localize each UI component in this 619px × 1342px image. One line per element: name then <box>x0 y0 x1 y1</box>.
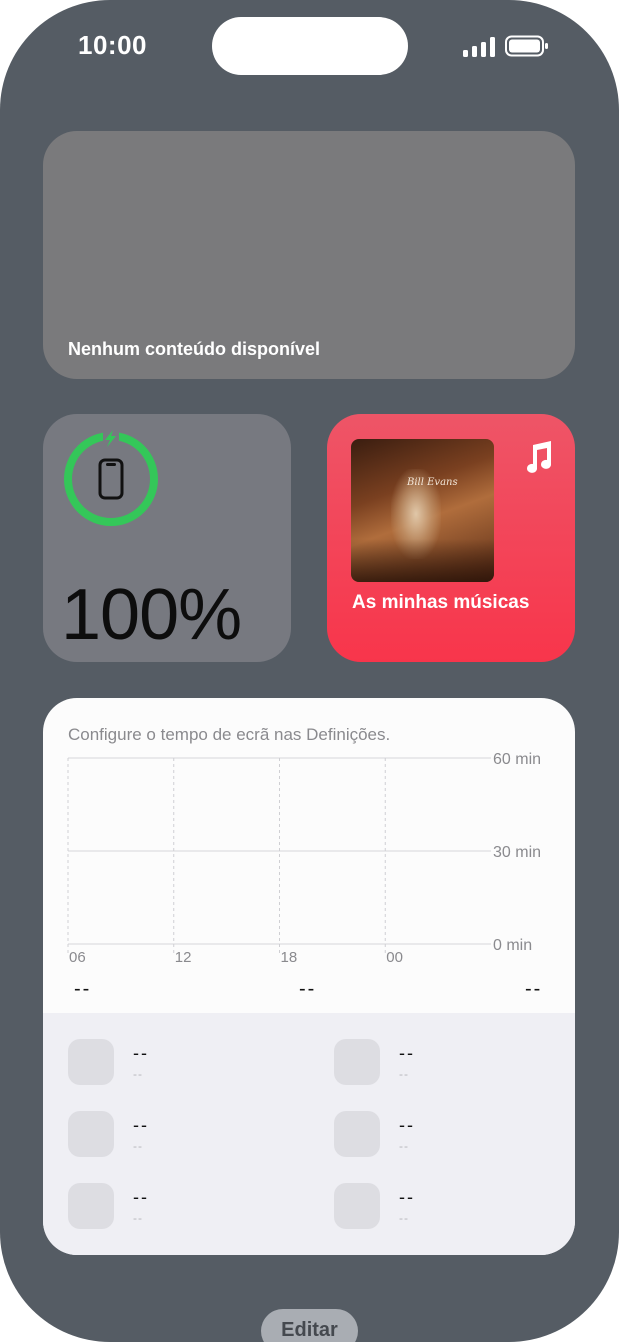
music-playlist-title: As minhas músicas <box>352 592 530 613</box>
battery-ring <box>64 429 158 526</box>
app-icon-placeholder <box>68 1183 114 1229</box>
app-icon-placeholder <box>68 1039 114 1085</box>
summary-value-1: -- <box>74 978 92 1000</box>
screen-time-hint: Configure o tempo de ecrã nas Definições… <box>68 725 391 744</box>
battery-percentage: 100% <box>61 575 242 655</box>
album-artist: Bill Evans <box>407 477 458 488</box>
list-item[interactable]: -- -- <box>68 1111 308 1159</box>
x-tick-label: 12 <box>175 949 192 966</box>
app-time: -- <box>399 1067 409 1081</box>
list-item[interactable]: -- -- <box>334 1039 574 1087</box>
battery-widget[interactable]: 100% <box>43 414 291 662</box>
list-item[interactable]: -- -- <box>68 1183 308 1231</box>
app-icon-placeholder <box>334 1039 380 1085</box>
list-item[interactable]: -- -- <box>334 1111 574 1159</box>
battery-status-icon <box>505 35 548 57</box>
app-name: -- <box>133 1043 149 1063</box>
status-time: 10:00 <box>78 30 147 60</box>
app-name: -- <box>399 1115 415 1135</box>
app-time: -- <box>133 1067 143 1081</box>
edit-button[interactable]: Editar <box>261 1309 358 1342</box>
app-icon-placeholder <box>334 1111 380 1157</box>
app-name: -- <box>133 1187 149 1207</box>
news-empty-message: Nenhum conteúdo disponível <box>68 339 321 359</box>
app-name: -- <box>399 1043 415 1063</box>
app-name: -- <box>133 1115 149 1135</box>
app-time: -- <box>399 1139 409 1153</box>
y-tick-label: 30 min <box>493 844 541 861</box>
x-tick-label: 06 <box>69 949 86 966</box>
y-tick-label: 60 min <box>493 751 541 768</box>
app-name: -- <box>399 1187 415 1207</box>
album-artwork[interactable]: Bill Evans <box>351 439 494 582</box>
list-item[interactable]: -- -- <box>334 1183 574 1231</box>
home-screen: 10:00 Nenhum conteúdo disponível 100% Bi… <box>0 0 619 1342</box>
app-time: -- <box>133 1211 143 1225</box>
list-item[interactable]: -- -- <box>68 1039 308 1087</box>
app-time: -- <box>133 1139 143 1153</box>
app-icon-placeholder <box>334 1183 380 1229</box>
summary-value-3: -- <box>525 978 543 1000</box>
y-tick-label: 0 min <box>493 937 532 954</box>
dynamic-island <box>212 17 408 75</box>
cellular-signal-icon <box>463 37 495 57</box>
iphone-icon <box>98 458 124 500</box>
screen-time-chart: 0 min 30 min 60 min 06 12 18 00 <box>67 751 541 966</box>
app-usage-list: -- -- -- -- -- -- -- -- -- -- -- -- <box>43 1013 575 1255</box>
music-note-icon <box>527 441 552 473</box>
screen-time-widget[interactable]: Configure o tempo de ecrã nas Definições… <box>43 698 575 1255</box>
news-widget[interactable]: Nenhum conteúdo disponível <box>43 131 575 379</box>
music-widget[interactable]: Bill Evans As minhas músicas <box>327 414 575 662</box>
summary-value-2: -- <box>299 978 317 1000</box>
app-time: -- <box>399 1211 409 1225</box>
app-icon-placeholder <box>68 1111 114 1157</box>
x-tick-label: 00 <box>386 949 403 966</box>
x-tick-label: 18 <box>281 949 298 966</box>
